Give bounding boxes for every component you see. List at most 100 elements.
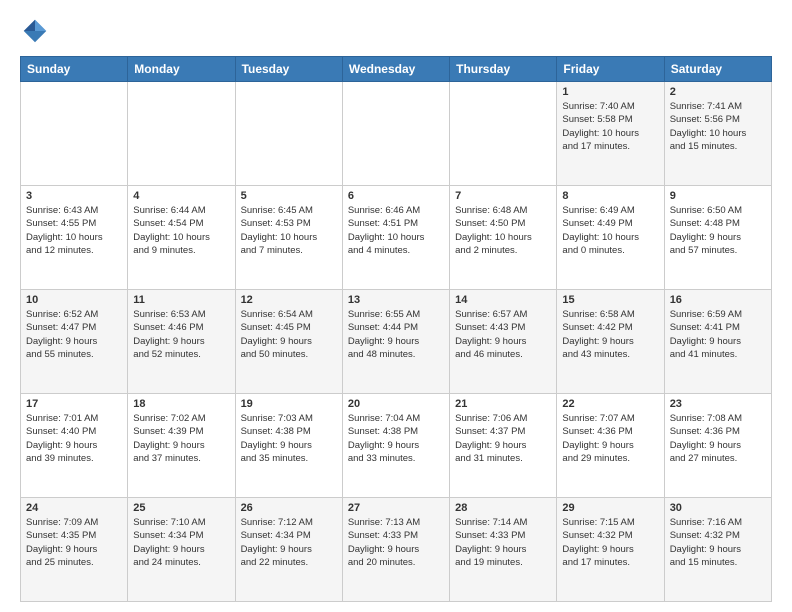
day-info: Sunrise: 6:50 AM Sunset: 4:48 PM Dayligh…	[670, 204, 766, 257]
day-cell: 14 Sunrise: 6:57 AM Sunset: 4:43 PM Dayli…	[450, 290, 557, 394]
day-cell: 25 Sunrise: 7:10 AM Sunset: 4:34 PM Dayli…	[128, 498, 235, 602]
day-number: 4	[133, 190, 229, 202]
week-row-3: 17Sunrise: 7:01 AM Sunset: 4:40 PM Dayli…	[21, 394, 772, 498]
day-info: Sunrise: 7:16 AM Sunset: 4:32 PM Dayligh…	[670, 516, 766, 569]
day-cell: 16Sunrise: 6:59 AM Sunset: 4:41 PM Dayli…	[664, 290, 771, 394]
day-number: 19	[241, 398, 337, 410]
header-row: SundayMondayTuesdayWednesdayThursdayFrid…	[21, 57, 772, 82]
logo-icon	[20, 16, 50, 46]
day-number: 14	[455, 294, 551, 306]
day-info: Sunrise: 7:12 AM Sunset: 4:34 PM Dayligh…	[241, 516, 337, 569]
day-cell: 7 Sunrise: 6:48 AM Sunset: 4:50 PM Daylig…	[450, 186, 557, 290]
day-cell: 11 Sunrise: 6:53 AM Sunset: 4:46 PM Dayli…	[128, 290, 235, 394]
day-number: 8	[562, 190, 658, 202]
calendar-header: SundayMondayTuesdayWednesdayThursdayFrid…	[21, 57, 772, 82]
day-info: Sunrise: 6:57 AM Sunset: 4:43 PM Dayligh…	[455, 308, 551, 361]
header-monday: Monday	[128, 57, 235, 82]
day-cell: 9 Sunrise: 6:50 AM Sunset: 4:48 PM Daylig…	[664, 186, 771, 290]
day-number: 13	[348, 294, 444, 306]
day-info: Sunrise: 6:59 AM Sunset: 4:41 PM Dayligh…	[670, 308, 766, 361]
day-number: 20	[348, 398, 444, 410]
day-cell: 24 Sunrise: 7:09 AM Sunset: 4:35 PM Dayli…	[21, 498, 128, 602]
day-info: Sunrise: 7:02 AM Sunset: 4:39 PM Dayligh…	[133, 412, 229, 465]
day-number: 27	[348, 502, 444, 514]
week-row-0: 1 Sunrise: 7:40 AM Sunset: 5:58 PM Daylig…	[21, 82, 772, 186]
day-cell	[235, 82, 342, 186]
day-number: 3	[26, 190, 122, 202]
day-number: 29	[562, 502, 658, 514]
day-number: 9	[670, 190, 766, 202]
day-cell	[342, 82, 449, 186]
day-info: Sunrise: 7:13 AM Sunset: 4:33 PM Dayligh…	[348, 516, 444, 569]
day-cell: 13 Sunrise: 6:55 AM Sunset: 4:44 PM Dayli…	[342, 290, 449, 394]
day-info: Sunrise: 7:07 AM Sunset: 4:36 PM Dayligh…	[562, 412, 658, 465]
day-cell: 21 Sunrise: 7:06 AM Sunset: 4:37 PM Dayli…	[450, 394, 557, 498]
header	[20, 16, 772, 46]
calendar-body: 1 Sunrise: 7:40 AM Sunset: 5:58 PM Daylig…	[21, 82, 772, 602]
day-cell: 19 Sunrise: 7:03 AM Sunset: 4:38 PM Dayli…	[235, 394, 342, 498]
header-wednesday: Wednesday	[342, 57, 449, 82]
day-cell: 17Sunrise: 7:01 AM Sunset: 4:40 PM Dayli…	[21, 394, 128, 498]
day-number: 6	[348, 190, 444, 202]
day-number: 23	[670, 398, 766, 410]
day-cell: 30 Sunrise: 7:16 AM Sunset: 4:32 PM Dayli…	[664, 498, 771, 602]
day-info: Sunrise: 6:53 AM Sunset: 4:46 PM Dayligh…	[133, 308, 229, 361]
day-cell: 18 Sunrise: 7:02 AM Sunset: 4:39 PM Dayli…	[128, 394, 235, 498]
day-cell: 10 Sunrise: 6:52 AM Sunset: 4:47 PM Dayli…	[21, 290, 128, 394]
day-number: 26	[241, 502, 337, 514]
day-number: 30	[670, 502, 766, 514]
day-info: Sunrise: 6:54 AM Sunset: 4:45 PM Dayligh…	[241, 308, 337, 361]
day-cell: 26 Sunrise: 7:12 AM Sunset: 4:34 PM Dayli…	[235, 498, 342, 602]
calendar-table: SundayMondayTuesdayWednesdayThursdayFrid…	[20, 56, 772, 602]
day-cell: 2 Sunrise: 7:41 AM Sunset: 5:56 PM Daylig…	[664, 82, 771, 186]
day-info: Sunrise: 6:48 AM Sunset: 4:50 PM Dayligh…	[455, 204, 551, 257]
day-number: 1	[562, 86, 658, 98]
day-info: Sunrise: 7:40 AM Sunset: 5:58 PM Dayligh…	[562, 100, 658, 153]
day-info: Sunrise: 6:49 AM Sunset: 4:49 PM Dayligh…	[562, 204, 658, 257]
day-info: Sunrise: 7:41 AM Sunset: 5:56 PM Dayligh…	[670, 100, 766, 153]
header-tuesday: Tuesday	[235, 57, 342, 82]
day-info: Sunrise: 7:10 AM Sunset: 4:34 PM Dayligh…	[133, 516, 229, 569]
day-cell: 20Sunrise: 7:04 AM Sunset: 4:38 PM Dayli…	[342, 394, 449, 498]
day-cell	[450, 82, 557, 186]
day-info: Sunrise: 7:06 AM Sunset: 4:37 PM Dayligh…	[455, 412, 551, 465]
header-thursday: Thursday	[450, 57, 557, 82]
day-cell: 22 Sunrise: 7:07 AM Sunset: 4:36 PM Dayli…	[557, 394, 664, 498]
day-number: 25	[133, 502, 229, 514]
day-info: Sunrise: 6:55 AM Sunset: 4:44 PM Dayligh…	[348, 308, 444, 361]
day-info: Sunrise: 7:15 AM Sunset: 4:32 PM Dayligh…	[562, 516, 658, 569]
day-number: 7	[455, 190, 551, 202]
day-cell: 1 Sunrise: 7:40 AM Sunset: 5:58 PM Daylig…	[557, 82, 664, 186]
day-number: 10	[26, 294, 122, 306]
day-cell: 3 Sunrise: 6:43 AM Sunset: 4:55 PM Daylig…	[21, 186, 128, 290]
logo	[20, 16, 56, 46]
day-number: 11	[133, 294, 229, 306]
day-info: Sunrise: 7:09 AM Sunset: 4:35 PM Dayligh…	[26, 516, 122, 569]
day-info: Sunrise: 7:08 AM Sunset: 4:36 PM Dayligh…	[670, 412, 766, 465]
day-number: 12	[241, 294, 337, 306]
day-info: Sunrise: 7:03 AM Sunset: 4:38 PM Dayligh…	[241, 412, 337, 465]
day-number: 22	[562, 398, 658, 410]
day-number: 24	[26, 502, 122, 514]
week-row-4: 24 Sunrise: 7:09 AM Sunset: 4:35 PM Dayli…	[21, 498, 772, 602]
day-cell: 23 Sunrise: 7:08 AM Sunset: 4:36 PM Dayli…	[664, 394, 771, 498]
day-number: 21	[455, 398, 551, 410]
day-number: 18	[133, 398, 229, 410]
day-info: Sunrise: 6:43 AM Sunset: 4:55 PM Dayligh…	[26, 204, 122, 257]
day-info: Sunrise: 6:45 AM Sunset: 4:53 PM Dayligh…	[241, 204, 337, 257]
day-cell: 28Sunrise: 7:14 AM Sunset: 4:33 PM Dayli…	[450, 498, 557, 602]
day-cell: 15 Sunrise: 6:58 AM Sunset: 4:42 PM Dayli…	[557, 290, 664, 394]
day-number: 15	[562, 294, 658, 306]
day-number: 2	[670, 86, 766, 98]
day-info: Sunrise: 6:52 AM Sunset: 4:47 PM Dayligh…	[26, 308, 122, 361]
day-cell: 27 Sunrise: 7:13 AM Sunset: 4:33 PM Dayli…	[342, 498, 449, 602]
day-info: Sunrise: 7:01 AM Sunset: 4:40 PM Dayligh…	[26, 412, 122, 465]
day-info: Sunrise: 6:46 AM Sunset: 4:51 PM Dayligh…	[348, 204, 444, 257]
day-cell: 8 Sunrise: 6:49 AM Sunset: 4:49 PM Daylig…	[557, 186, 664, 290]
day-number: 28	[455, 502, 551, 514]
day-info: Sunrise: 6:44 AM Sunset: 4:54 PM Dayligh…	[133, 204, 229, 257]
header-friday: Friday	[557, 57, 664, 82]
day-info: Sunrise: 6:58 AM Sunset: 4:42 PM Dayligh…	[562, 308, 658, 361]
day-cell: 5Sunrise: 6:45 AM Sunset: 4:53 PM Daylig…	[235, 186, 342, 290]
week-row-2: 10 Sunrise: 6:52 AM Sunset: 4:47 PM Dayli…	[21, 290, 772, 394]
